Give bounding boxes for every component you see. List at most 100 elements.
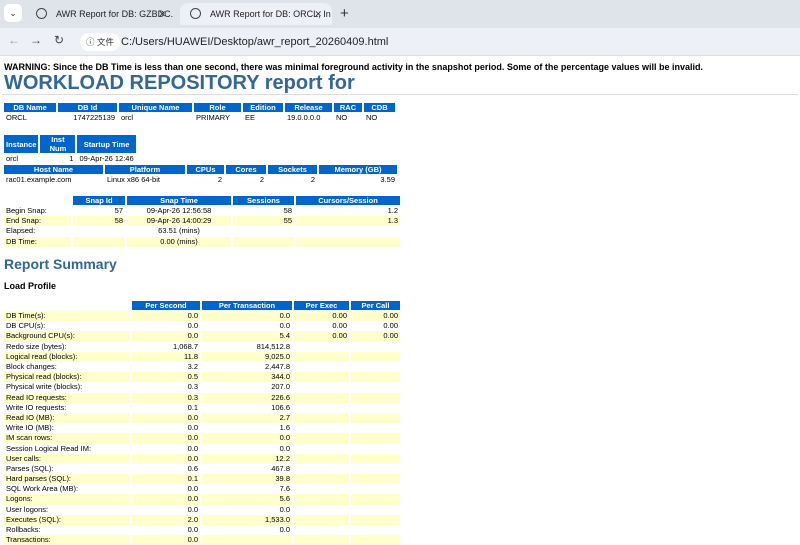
table-cell: 0.0 (202, 433, 292, 444)
table-cell: 1.3 (296, 216, 400, 227)
load-profile-table: Per Second Per Transaction Per Exec Per Cal… (2, 301, 402, 545)
table-cell: Read IO requests: (4, 392, 130, 403)
address-bar[interactable]: ⓘ 文件 C:/Users/HUAWEI/Desktop/awr_report_… (76, 31, 800, 53)
globe-icon (36, 8, 47, 19)
divider (2, 94, 798, 95)
table-row: Transactions: 0.0 (4, 535, 400, 545)
table-cell (351, 342, 400, 352)
table-cell: 63.51 (mins) (158, 226, 200, 236)
tab-gzbdc[interactable]: AWR Report for DB: GZBDC. ✕ (26, 3, 176, 25)
table-cell: 106.6 (271, 402, 290, 412)
reload-icon[interactable]: ↻ (54, 33, 64, 47)
column-header: Unique Name (119, 103, 192, 113)
table-cell: DB Time: (4, 236, 71, 247)
column-header: Role (194, 103, 241, 113)
table-cell: 0.0 (132, 494, 200, 505)
column-header: Cursors/Session (296, 196, 400, 206)
table-cell (351, 453, 400, 464)
table-cell (294, 342, 349, 352)
table-cell (294, 464, 349, 474)
table-cell: Physical read (blocks): (4, 372, 130, 383)
table-cell (73, 236, 125, 247)
site-info-chip[interactable]: ⓘ 文件 (80, 33, 120, 51)
table-cell: 467.8 (271, 463, 290, 473)
close-tab-icon[interactable]: ✕ (314, 3, 322, 25)
report-summary-heading: Report Summary (4, 256, 117, 272)
column-header: Sessions (233, 196, 294, 206)
table-cell (351, 525, 400, 535)
table-cell (294, 403, 349, 413)
table-cell: NO (366, 113, 378, 123)
table-cell: 0.0 (187, 321, 198, 331)
table-cell: 0.0 (132, 535, 200, 545)
column-header: DB Id (58, 103, 117, 113)
table-cell: 0.0 (132, 311, 200, 322)
table-cell: 0.00 (351, 331, 400, 342)
table-cell (294, 453, 349, 464)
table-row: SQL Work Area (MB): 0.0 7.6 (4, 484, 400, 494)
table-cell: 0.5 (132, 372, 200, 383)
table-cell: NO (336, 113, 348, 123)
table-cell: 5.4 (202, 331, 292, 342)
table-cell: 0.0 (279, 525, 290, 535)
table-cell: 1.6 (279, 423, 290, 433)
toolbar: ← → ↻ ⓘ 文件 C:/Users/HUAWEI/Desktop/awr_r… (0, 28, 800, 55)
table-cell (294, 362, 349, 372)
header-row: DB Name DB Id Unique Name Role Edition Releas… (4, 103, 395, 113)
close-tab-icon[interactable]: ✕ (158, 3, 166, 25)
instance-table: Instance Inst Num Startup Time orcl 1 09-Apr-… (2, 135, 138, 164)
url-text[interactable]: C:/Users/HUAWEI/Desktop/awr_report_20260… (121, 31, 388, 53)
column-header: Per Exec (294, 301, 349, 311)
db-info-table: DB Name DB Id Unique Name Role Edition Releas… (2, 103, 397, 123)
tab-title: AWR Report for DB: ORCL, In (210, 9, 331, 19)
table-cell (296, 236, 400, 247)
table-row: Physical read (blocks): 0.5 344.0 (4, 372, 400, 383)
table-cell: PRIMARY (196, 113, 231, 123)
table-cell: 0.0 (132, 453, 200, 464)
warning-text: WARNING: Since the DB Time is less than … (4, 62, 703, 72)
table-cell (233, 226, 294, 236)
header-row: Instance Inst Num Startup Time (4, 135, 136, 154)
column-header: DB Name (4, 103, 56, 113)
back-arrow-icon[interactable]: ← (8, 33, 20, 47)
host-table: Host Name Platform CPUs Cores Sockets Memory … (2, 165, 399, 185)
table-cell (294, 494, 349, 505)
table-row: Hard parses (SQL): 0.1 39.8 (4, 474, 400, 485)
table-row: Executes (SQL): 2.0 1,533.0 (4, 514, 400, 525)
table-cell (351, 443, 400, 453)
tab-bar: ⌄ AWR Report for DB: GZBDC. ✕ AWR Report… (0, 0, 800, 28)
table-cell: DB Time(s): (4, 311, 130, 322)
table-cell: 1747225139 (73, 113, 115, 123)
table-cell: 0.0 (279, 504, 290, 514)
table-cell: Parses (SQL): (6, 463, 54, 473)
table-row: Logical read (blocks): 11.8 9,025.0 (4, 351, 400, 362)
table-cell (351, 362, 400, 372)
tab-orcl[interactable]: AWR Report for DB: ORCL, In ✕ (180, 3, 332, 25)
table-cell: 57 (114, 206, 123, 216)
table-cell (294, 505, 349, 515)
forward-arrow-icon[interactable]: → (30, 33, 42, 47)
table-cell (351, 514, 400, 525)
column-header: Instance (4, 135, 39, 154)
tab-search-chevron-icon[interactable]: ⌄ (4, 4, 22, 22)
table-cell: 0.0 (279, 443, 290, 453)
column-header: Release (285, 103, 332, 113)
table-cell: Block changes: (6, 362, 57, 372)
table-cell: SQL Work Area (MB): (6, 484, 79, 494)
column-header: Snap Time (127, 196, 231, 206)
new-tab-plus-icon[interactable]: + (340, 3, 349, 25)
table-cell: 55 (233, 216, 294, 227)
page-title: WORKLOAD REPOSITORY report for (4, 72, 355, 94)
table-cell (294, 484, 349, 494)
table-cell: 1.2 (387, 206, 398, 216)
table-cell: DB CPU(s): (6, 321, 46, 331)
table-cell: 2 (217, 175, 222, 185)
table-cell: 0.0 (132, 412, 200, 424)
table-cell: 0.00 (383, 321, 398, 331)
table-cell (351, 372, 400, 383)
table-cell (73, 226, 125, 236)
table-cell: Session Logical Read IM: (6, 443, 92, 453)
column-header (4, 196, 71, 206)
column-header: Startup Time (77, 135, 136, 154)
table-cell (351, 392, 400, 403)
